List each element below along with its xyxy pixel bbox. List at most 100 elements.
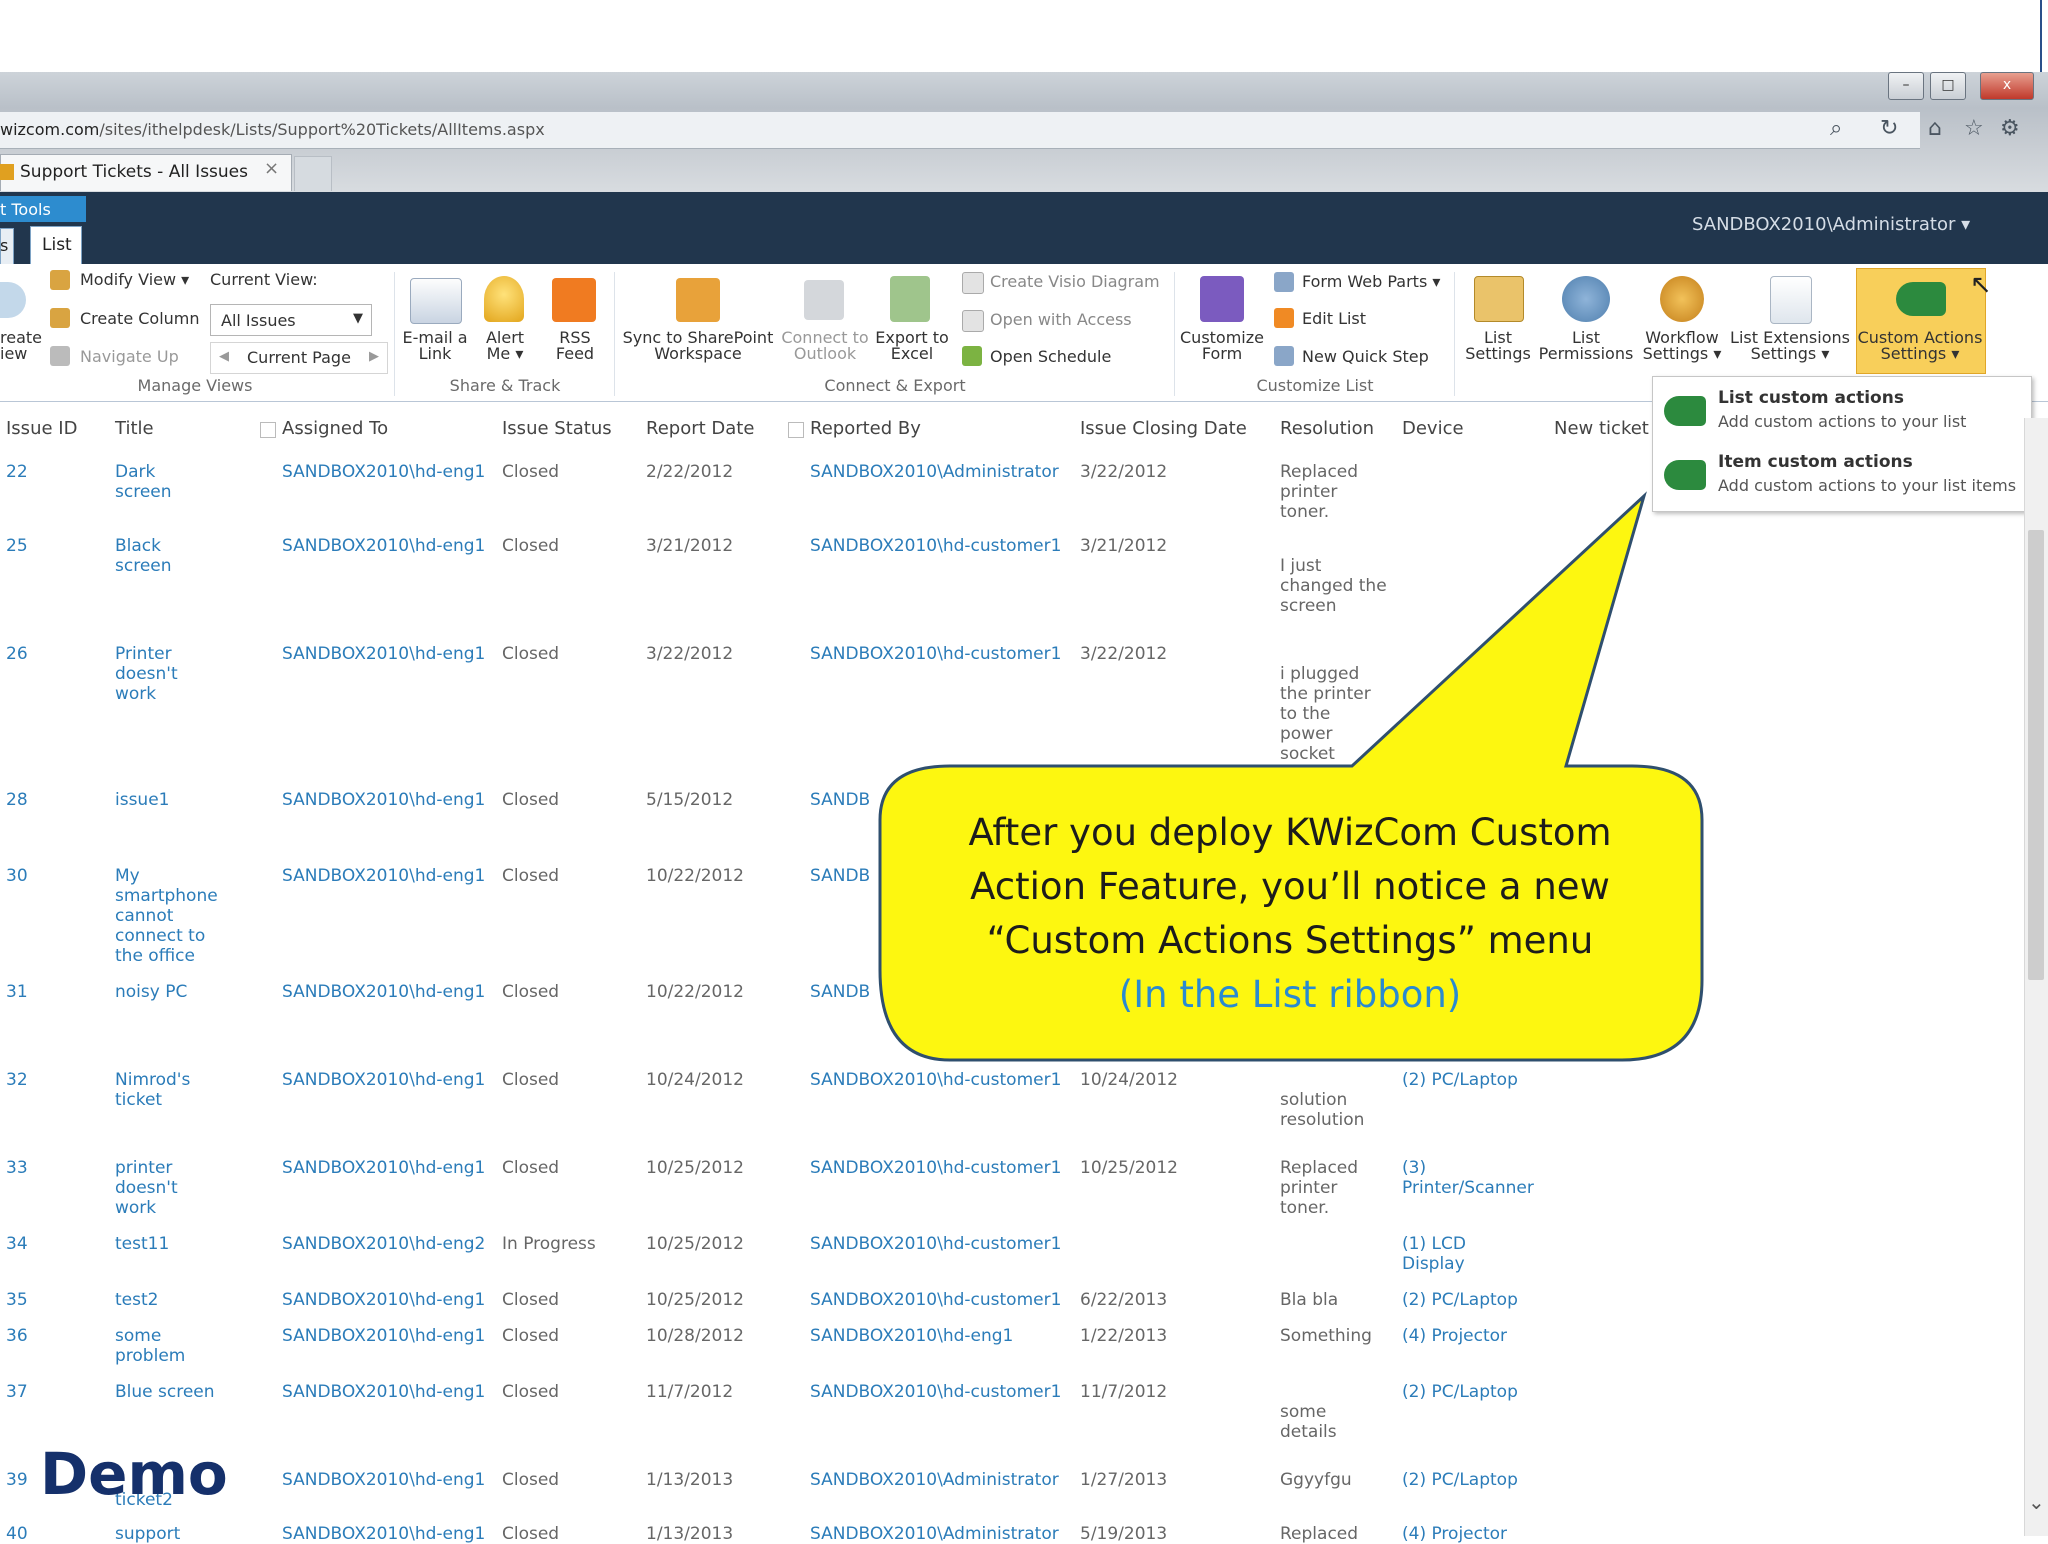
- cell-assigned-to[interactable]: SANDBOX2010\hd-eng1: [282, 1070, 502, 1090]
- next-page-icon[interactable]: ▶: [369, 349, 379, 364]
- column-header-resolution[interactable]: Resolution: [1280, 418, 1374, 439]
- cell-issue-id[interactable]: 36: [6, 1326, 86, 1346]
- column-header-reported-by[interactable]: Reported By: [810, 418, 921, 439]
- cell-assigned-to[interactable]: SANDBOX2010\hd-eng1: [282, 644, 502, 664]
- refresh-icon[interactable]: ↻: [1880, 116, 1898, 141]
- cell-title[interactable]: Nimrod's ticket: [115, 1070, 255, 1110]
- cell-device[interactable]: (2) PC/Laptop: [1402, 1070, 1592, 1090]
- cell-assigned-to[interactable]: SANDBOX2010\hd-eng1: [282, 462, 502, 482]
- cell-issue-id[interactable]: 28: [6, 790, 86, 810]
- customize-form-button[interactable]: Customize Form: [1178, 330, 1266, 362]
- cell-title[interactable]: printer doesn't work: [115, 1158, 255, 1218]
- cell-title[interactable]: Dark screen: [115, 462, 255, 502]
- create-column-button[interactable]: Create Column: [80, 309, 200, 328]
- address-url[interactable]: wizcom.com/sites/ithelpdesk/Lists/Suppor…: [0, 120, 545, 139]
- cell-assigned-to[interactable]: SANDBOX2010\hd-eng1: [282, 1326, 502, 1346]
- cell-reported-by[interactable]: SANDBOX2010\Administrator: [810, 462, 1080, 482]
- cell-reported-by[interactable]: SANDBOX2010\Administrator: [810, 1524, 1080, 1544]
- column-header-report-date[interactable]: Report Date: [646, 418, 754, 439]
- cell-title[interactable]: Printer doesn't work: [115, 644, 255, 704]
- cell-device[interactable]: (3) Printer/Scanner: [1402, 1158, 1592, 1198]
- minimize-button[interactable]: –: [1888, 72, 1924, 100]
- close-window-button[interactable]: x: [1980, 72, 2034, 100]
- cell-assigned-to[interactable]: SANDBOX2010\hd-eng1: [282, 1470, 502, 1490]
- cell-title[interactable]: Black screen: [115, 536, 255, 576]
- cell-device[interactable]: (2) PC/Laptop: [1402, 1382, 1592, 1402]
- cell-reported-by[interactable]: SANDBOX2010\hd-customer1: [810, 1070, 1080, 1090]
- modify-view-button[interactable]: Modify View ▾: [80, 270, 189, 289]
- tab-close-icon[interactable]: ×: [264, 158, 279, 179]
- cell-title[interactable]: noisy PC: [115, 982, 255, 1002]
- new-tab-button[interactable]: [294, 156, 332, 191]
- current-view-select[interactable]: All Issues ▼: [210, 304, 372, 336]
- cell-issue-id[interactable]: 34: [6, 1234, 86, 1254]
- create-view-button[interactable]: reate iew: [0, 330, 42, 362]
- cell-title[interactable]: My smartphone cannot connect to the offi…: [115, 866, 255, 966]
- cell-assigned-to[interactable]: SANDBOX2010\hd-eng2: [282, 1234, 502, 1254]
- alert-me-button[interactable]: Alert Me ▾: [478, 330, 532, 362]
- column-header-issue-status[interactable]: Issue Status: [502, 418, 612, 439]
- cell-title[interactable]: support: [115, 1524, 255, 1544]
- export-excel-button[interactable]: Export to Excel: [874, 330, 950, 362]
- current-page-pager[interactable]: ◀ Current Page ▶: [210, 342, 388, 374]
- list-settings-button[interactable]: List Settings: [1462, 330, 1534, 362]
- scrollbar-thumb[interactable]: [2028, 530, 2044, 980]
- cell-assigned-to[interactable]: SANDBOX2010\hd-eng1: [282, 1524, 502, 1544]
- cell-device[interactable]: (4) Projector: [1402, 1326, 1592, 1346]
- cell-title[interactable]: some problem: [115, 1326, 255, 1366]
- email-link-button[interactable]: E-mail a Link: [400, 330, 470, 362]
- cell-assigned-to[interactable]: SANDBOX2010\hd-eng1: [282, 790, 502, 810]
- new-quick-step-button[interactable]: New Quick Step: [1302, 347, 1429, 366]
- cell-title[interactable]: test2: [115, 1290, 255, 1310]
- cell-issue-id[interactable]: 26: [6, 644, 86, 664]
- settings-gear-icon[interactable]: ⚙: [2000, 116, 2020, 141]
- cell-assigned-to[interactable]: SANDBOX2010\hd-eng1: [282, 1290, 502, 1310]
- cell-issue-id[interactable]: 40: [6, 1524, 86, 1544]
- connect-outlook-button[interactable]: Connect to Outlook: [780, 330, 870, 362]
- cell-issue-id[interactable]: 37: [6, 1382, 86, 1402]
- user-menu[interactable]: SANDBOX2010\Administrator ▾: [1692, 214, 1970, 235]
- search-icon[interactable]: ⌕: [1830, 116, 1842, 141]
- cell-device[interactable]: (2) PC/Laptop: [1402, 1470, 1592, 1490]
- form-web-parts-button[interactable]: Form Web Parts ▾: [1302, 272, 1440, 291]
- column-header-title[interactable]: Title: [115, 418, 154, 439]
- cell-assigned-to[interactable]: SANDBOX2010\hd-eng1: [282, 982, 502, 1002]
- cell-assigned-to[interactable]: SANDBOX2010\hd-eng1: [282, 1158, 502, 1178]
- column-header-assigned-to[interactable]: Assigned To: [282, 418, 388, 439]
- scroll-down-icon[interactable]: ⌄: [2028, 1490, 2045, 1514]
- cell-reported-by[interactable]: SANDBOX2010\hd-customer1: [810, 1382, 1080, 1402]
- navigate-up-button[interactable]: Navigate Up: [80, 347, 179, 366]
- workflow-settings-button[interactable]: Workflow Settings ▾: [1640, 330, 1724, 362]
- create-visio-button[interactable]: Create Visio Diagram: [990, 272, 1160, 291]
- prev-page-icon[interactable]: ◀: [219, 349, 229, 364]
- column-header-new-ticket[interactable]: New ticket: [1554, 418, 1649, 439]
- cell-issue-id[interactable]: 35: [6, 1290, 86, 1310]
- sync-workspace-button[interactable]: Sync to SharePoint Workspace: [620, 330, 776, 362]
- column-header-issue-closing-date[interactable]: Issue Closing Date: [1080, 418, 1247, 439]
- cell-reported-by[interactable]: SANDBOX2010\hd-customer1: [810, 1234, 1080, 1254]
- edit-list-button[interactable]: Edit List: [1302, 309, 1366, 328]
- cell-title[interactable]: Blue screen: [115, 1382, 255, 1402]
- cell-device[interactable]: (2) PC/Laptop: [1402, 1290, 1592, 1310]
- list-extensions-settings-button[interactable]: List Extensions Settings ▾: [1728, 330, 1852, 362]
- favorites-star-icon[interactable]: ☆: [1964, 116, 1984, 141]
- list-permissions-button[interactable]: List Permissions: [1538, 330, 1634, 362]
- cell-device[interactable]: (1) LCD Display: [1402, 1234, 1592, 1274]
- cell-issue-id[interactable]: 25: [6, 536, 86, 556]
- column-header-device[interactable]: Device: [1402, 418, 1464, 439]
- rss-feed-button[interactable]: RSS Feed: [544, 330, 606, 362]
- cell-assigned-to[interactable]: SANDBOX2010\hd-eng1: [282, 536, 502, 556]
- cell-issue-id[interactable]: 33: [6, 1158, 86, 1178]
- maximize-button[interactable]: □: [1930, 72, 1966, 100]
- cell-issue-id[interactable]: 31: [6, 982, 86, 1002]
- cell-reported-by[interactable]: SANDBOX2010\hd-eng1: [810, 1326, 1080, 1346]
- home-icon[interactable]: ⌂: [1928, 116, 1942, 141]
- cell-title[interactable]: test11: [115, 1234, 255, 1254]
- cell-title[interactable]: issue1: [115, 790, 255, 810]
- cell-issue-id[interactable]: 30: [6, 866, 86, 886]
- cell-assigned-to[interactable]: SANDBOX2010\hd-eng1: [282, 1382, 502, 1402]
- cell-issue-id[interactable]: 32: [6, 1070, 86, 1090]
- cell-device[interactable]: (4) Projector: [1402, 1524, 1592, 1544]
- cell-reported-by[interactable]: SANDBOX2010\hd-customer1: [810, 1158, 1080, 1178]
- menu-item-list-custom-actions[interactable]: List custom actions Add custom actions t…: [1660, 388, 2028, 444]
